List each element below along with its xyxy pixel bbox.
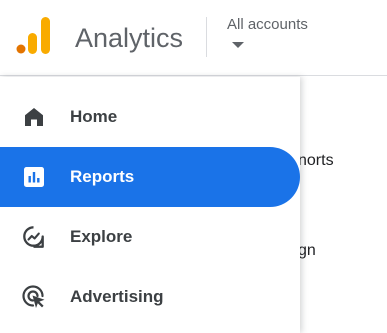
nav-item-label: Home bbox=[70, 107, 118, 126]
app-header: Analytics All accounts bbox=[0, 0, 387, 76]
app-title: Analytics bbox=[75, 23, 184, 53]
navigation-drawer: Home Reports Explore Advertising bbox=[0, 77, 300, 333]
reports-icon bbox=[24, 167, 44, 187]
account-switcher[interactable]: All accounts bbox=[222, 12, 342, 60]
background-text: norts bbox=[298, 152, 334, 169]
advertising-icon bbox=[22, 285, 45, 308]
nav-item-label: Explore bbox=[70, 227, 133, 246]
analytics-logo-icon[interactable] bbox=[16, 17, 52, 55]
account-switcher-label: All accounts bbox=[227, 16, 308, 33]
nav-item-advertising[interactable]: Advertising bbox=[0, 267, 300, 327]
background-text: gn bbox=[298, 242, 316, 259]
nav-item-home[interactable]: Home bbox=[0, 87, 300, 147]
nav-item-label: Advertising bbox=[70, 287, 164, 306]
home-icon bbox=[25, 108, 43, 126]
nav-item-reports[interactable]: Reports bbox=[0, 147, 300, 207]
nav-item-explore[interactable]: Explore bbox=[0, 207, 300, 267]
explore-icon bbox=[23, 226, 44, 248]
nav-item-label: Reports bbox=[70, 167, 135, 186]
caret-down-icon bbox=[232, 42, 244, 48]
header-divider bbox=[206, 17, 207, 57]
